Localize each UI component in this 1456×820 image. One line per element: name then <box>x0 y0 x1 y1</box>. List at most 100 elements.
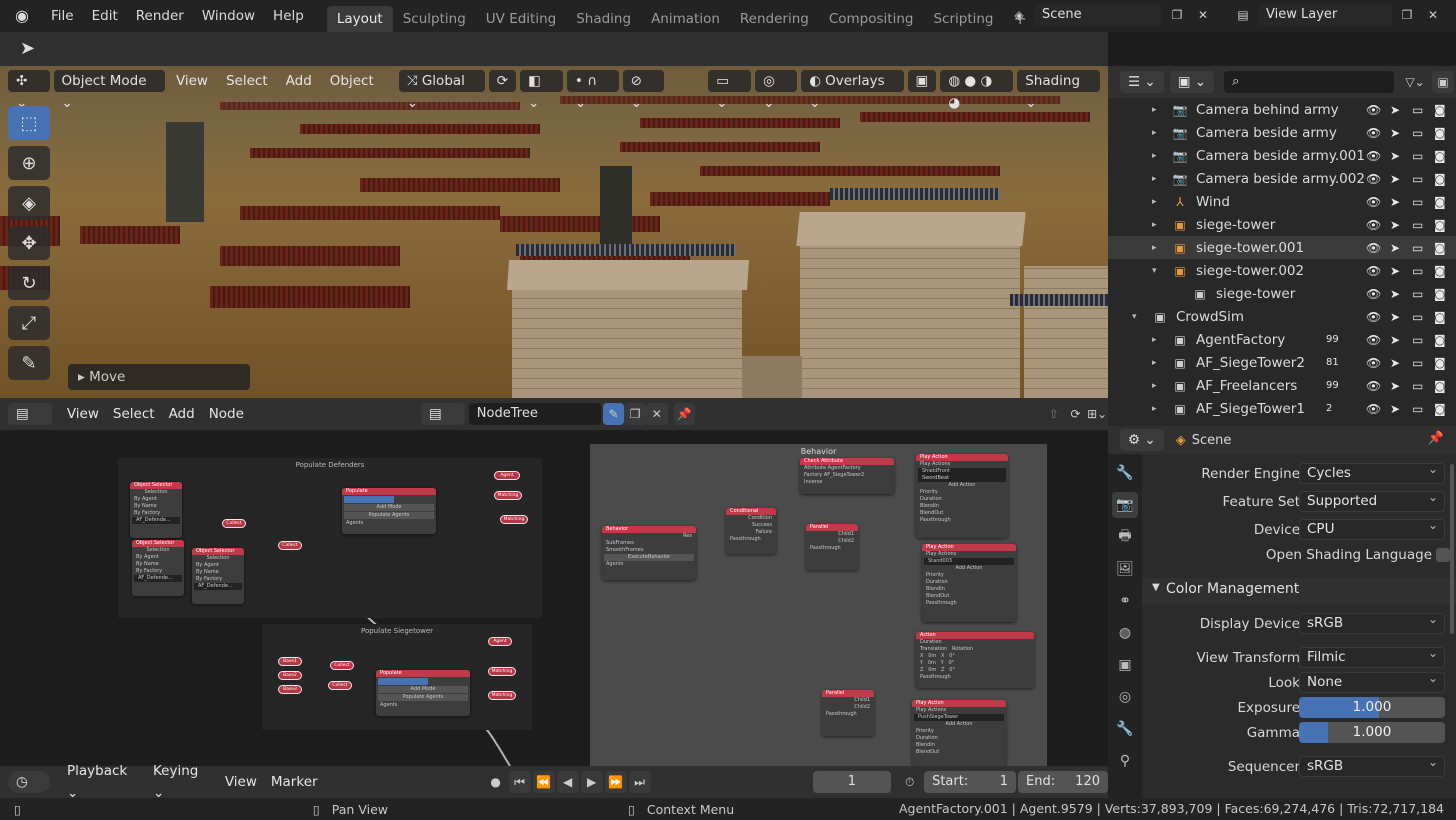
render-toggle-icon[interactable]: ◙ <box>1434 356 1446 370</box>
record-icon[interactable]: ● <box>485 771 507 793</box>
node-menu-node[interactable]: Node <box>202 403 251 425</box>
outliner-row-label[interactable]: Camera beside army.002 <box>1196 171 1365 187</box>
viewport-toggle-icon[interactable]: ▭ <box>1412 149 1423 163</box>
expand-toggle-icon[interactable]: ▸ <box>1152 404 1157 414</box>
node-object-selector-3[interactable]: Object Selector Selection By Agent By Na… <box>192 548 244 604</box>
scene-tab-icon[interactable]: ⚭ <box>1112 588 1138 614</box>
outliner-row[interactable]: ▸ ▣ AF_SiegeTower2 81 👁 ➤ ▭ ◙ <box>1108 351 1456 374</box>
transform-orientation-dropdown[interactable]: ⤨ Global ⌄ <box>398 70 485 111</box>
scale-tool-icon[interactable]: ⤢ <box>8 306 50 340</box>
jump-end-icon[interactable]: ⏭ <box>628 771 651 793</box>
eye-icon[interactable]: 👁 <box>1366 287 1381 301</box>
node-editor-type-icon[interactable]: ▤ ⌄ <box>8 403 52 444</box>
menu-help[interactable]: Help <box>264 0 313 32</box>
render-engine-dropdown[interactable]: Cycles <box>1299 460 1445 484</box>
outliner-row-label[interactable]: AF_SiegeTower1 <box>1196 401 1305 417</box>
jump-keyframe-forward-icon[interactable]: ⏩ <box>604 771 627 793</box>
node-row[interactable]: BlendIn <box>912 742 1006 749</box>
viewport-toggle-icon[interactable]: ▭ <box>1412 333 1423 347</box>
render-toggle-icon[interactable]: ◙ <box>1434 310 1446 324</box>
expand-toggle-icon[interactable]: ▸ <box>1152 220 1157 230</box>
delete-scene-icon[interactable]: ✕ <box>1192 4 1214 26</box>
viewport-menu-view[interactable]: View <box>169 70 215 92</box>
node-object-selector-2[interactable]: Object Selector Selection By Agent By Na… <box>132 540 184 596</box>
eye-icon[interactable]: 👁 <box>1366 172 1381 186</box>
tab-shading[interactable]: Shading <box>566 6 641 32</box>
select-arrow-icon[interactable]: ➤ <box>1390 310 1400 324</box>
outliner-row-label[interactable]: Camera beside army <box>1196 125 1337 141</box>
gamma-slider[interactable]: 1.000 <box>1299 722 1445 743</box>
node-row[interactable]: AF_Defende... <box>134 575 182 582</box>
outliner-editor-icon[interactable]: ☰ ⌄ <box>1120 71 1164 93</box>
eye-icon[interactable]: 👁 <box>1366 264 1381 278</box>
node-row[interactable]: Add Mode <box>378 686 468 693</box>
outliner-search-input[interactable]: ⌕ <box>1224 71 1395 93</box>
node-row[interactable]: Play Actions <box>916 461 1008 468</box>
object-mode-dropdown[interactable]: Object Mode ⌄ <box>53 70 165 111</box>
select-arrow-icon[interactable]: ➤ <box>1390 287 1400 301</box>
node-row[interactable]: Priority <box>922 572 1016 579</box>
shading-mode-icons[interactable]: ◍ ● ◑ ◕ <box>940 70 1014 111</box>
node-menu-select[interactable]: Select <box>106 403 162 425</box>
viewport-toggle-icon[interactable]: ▭ <box>1412 310 1423 324</box>
node-menu-add[interactable]: Add <box>162 403 202 425</box>
node-collect-2[interactable]: Collect <box>278 541 302 550</box>
outliner-row[interactable]: ▸ 📷 Camera behind army 👁 ➤ ▭ ◙ <box>1108 98 1456 121</box>
tab-sculpting[interactable]: Sculpting <box>393 6 476 32</box>
outliner-row[interactable]: ▸ 📷 Camera beside army.002 👁 ➤ ▭ ◙ <box>1108 167 1456 190</box>
render-toggle-icon[interactable]: ◙ <box>1434 126 1446 140</box>
tab-layout[interactable]: Layout <box>326 6 393 32</box>
menu-file[interactable]: File <box>42 0 83 32</box>
expand-toggle-icon[interactable]: ▸ <box>1152 358 1157 368</box>
node-row[interactable]: Duration <box>922 579 1016 586</box>
node-base2[interactable]: Base2 <box>278 671 302 680</box>
fake-user-icon[interactable]: ✎ <box>602 403 625 425</box>
shading-dropdown[interactable]: Shading ⌄ <box>1017 70 1100 111</box>
properties-scrollbar[interactable] <box>1450 464 1454 634</box>
viewport-toggle-icon[interactable]: ▭ <box>1412 264 1423 278</box>
visibility-icon[interactable]: ⊘ ⌄ <box>622 70 665 111</box>
object-tab-icon[interactable]: ▣ <box>1112 652 1138 678</box>
outliner-row-label[interactable]: CrowdSim <box>1176 309 1244 325</box>
parent-node-tree-icon[interactable]: ⇧ <box>1043 403 1065 425</box>
gizmo-icon[interactable]: ◎ ⌄ <box>755 70 798 111</box>
node-row[interactable]: Y 0m Y 0° <box>916 660 1034 667</box>
snap-node-icon[interactable]: ⟳ <box>1065 403 1087 425</box>
node-play-action-3[interactable]: Play Action Play Actions PushSiegeTower … <box>912 700 1006 766</box>
viewport-toggle-icon[interactable]: ▭ <box>1412 126 1423 140</box>
annotate-tool-icon[interactable]: ✎ <box>8 346 50 380</box>
select-box-tool-icon[interactable]: ⬚ <box>8 106 50 140</box>
tab-compositing[interactable]: Compositing <box>819 6 924 32</box>
viewport-toggle-icon[interactable]: ▭ <box>1412 241 1423 255</box>
eye-icon[interactable]: 👁 <box>1366 310 1381 324</box>
tab-rendering[interactable]: Rendering <box>730 6 819 32</box>
render-toggle-icon[interactable]: ◙ <box>1434 379 1446 393</box>
viewport-toggle-icon[interactable]: ▭ <box>1412 402 1423 416</box>
render-toggle-icon[interactable]: ◙ <box>1434 195 1446 209</box>
node-menu-view[interactable]: View <box>60 403 106 425</box>
node-check-attribute[interactable]: Check Attribute Attribute AgentFactory F… <box>800 458 894 494</box>
viewport-toggle-icon[interactable]: ▭ <box>1412 218 1423 232</box>
blender-logo-icon[interactable]: ◉ <box>12 6 32 26</box>
node-row[interactable]: Populate Agents <box>344 512 434 519</box>
node-matching-4[interactable]: Matching <box>488 691 516 700</box>
node-agent-2[interactable]: Agent <box>488 637 512 646</box>
timeline-editor-icon[interactable]: ◷ ⌄ <box>8 771 50 812</box>
duplicate-view-layer-icon[interactable]: ❐ <box>1396 4 1418 26</box>
select-arrow-icon[interactable]: ➤ <box>1390 149 1400 163</box>
current-frame-field[interactable]: 1 <box>812 771 892 793</box>
outliner-row[interactable]: ▸ ▣ AF_SiegeTower1 2 👁 ➤ ▭ ◙ <box>1108 397 1456 420</box>
select-arrow-icon[interactable]: ➤ <box>1390 126 1400 140</box>
outliner-row-label[interactable]: Camera beside army.001 <box>1196 148 1365 164</box>
outliner-row[interactable]: ▸ ▣ AgentFactory 99 👁 ➤ ▭ ◙ <box>1108 328 1456 351</box>
node-tree-name-field[interactable]: NodeTree <box>468 403 601 425</box>
viewport-toggle-icon[interactable]: ▭ <box>1412 379 1423 393</box>
jump-keyframe-back-icon[interactable]: ⏪ <box>532 771 555 793</box>
node-row[interactable]: Add Action <box>912 721 1006 728</box>
factory-value[interactable]: AF_SiegeTower2 <box>824 472 864 478</box>
properties-editor-icon[interactable]: ⚙ ⌄ <box>1120 429 1164 451</box>
select-arrow-icon[interactable]: ➤ <box>1390 333 1400 347</box>
node-row[interactable]: BlendOut <box>916 510 1008 517</box>
world-tab-icon[interactable]: ◍ <box>1112 620 1138 646</box>
node-row[interactable]: PushSiegeTower <box>914 714 1004 721</box>
